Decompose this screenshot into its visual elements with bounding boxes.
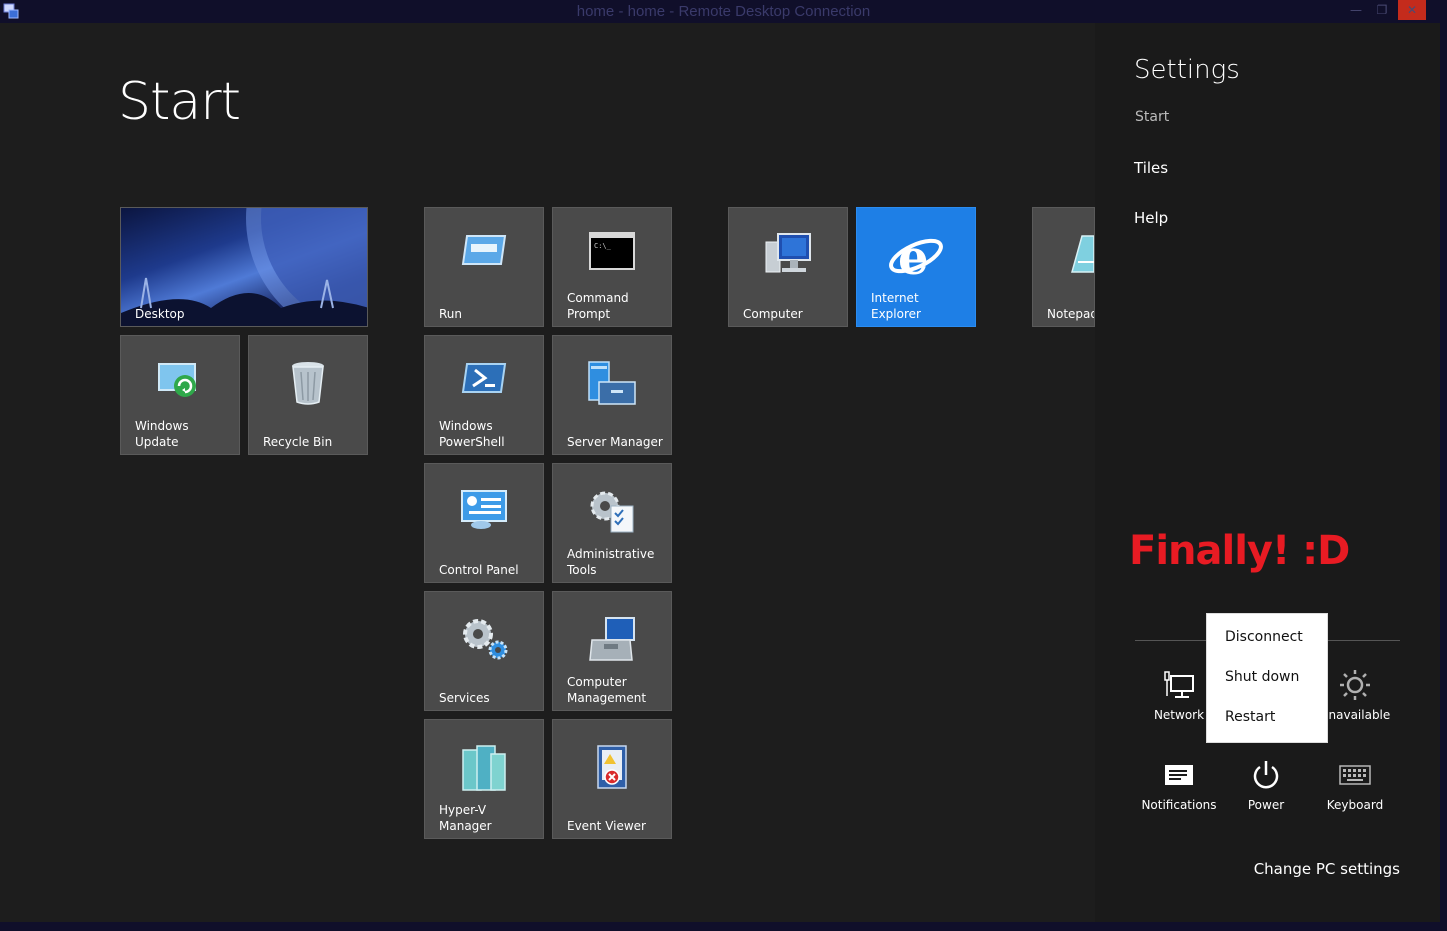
- power-button[interactable]: Power: [1221, 758, 1311, 812]
- run-icon: [461, 235, 507, 265]
- power-icon: [1253, 761, 1279, 789]
- tile-label: Internet Explorer: [871, 291, 921, 321]
- tile-label: Run: [439, 307, 463, 321]
- tile-label: Server Manager: [567, 435, 663, 449]
- tile-label: Notepad: [1047, 307, 1095, 321]
- svg-text:C:\_: C:\_: [594, 242, 612, 250]
- power-menu-restart[interactable]: Restart: [1225, 709, 1275, 725]
- tile-label: Event Viewer: [567, 819, 646, 833]
- hyperv-manager-icon: [462, 745, 506, 791]
- tile-internet-explorer[interactable]: e Internet Explorer: [856, 207, 976, 327]
- settings-item-help[interactable]: Help: [1134, 209, 1168, 227]
- tile-label: Windows Update: [135, 419, 189, 449]
- keyboard-icon: [1339, 765, 1371, 785]
- tile-recycle-bin[interactable]: Recycle Bin: [248, 335, 368, 455]
- tile-computer[interactable]: Computer: [728, 207, 848, 327]
- internet-explorer-icon: e: [889, 230, 943, 286]
- tile-hyperv-manager[interactable]: Hyper-V Manager: [424, 719, 544, 839]
- keyboard-label: Keyboard: [1326, 798, 1384, 812]
- settings-subtitle: Start: [1135, 109, 1170, 125]
- keyboard-button[interactable]: Keyboard: [1310, 758, 1400, 812]
- notifications-icon: [1165, 765, 1193, 785]
- tile-server-manager[interactable]: Server Manager: [552, 335, 672, 455]
- control-panel-icon: [461, 490, 507, 529]
- event-viewer-icon: [597, 745, 627, 789]
- window-border-bottom: [0, 922, 1447, 931]
- notifications-button[interactable]: Notifications: [1134, 758, 1224, 812]
- window-title: home - home - Remote Desktop Connection: [576, 3, 871, 20]
- tile-label: Windows PowerShell: [439, 419, 505, 449]
- services-icon: [463, 619, 508, 660]
- tile-label: Computer Management: [567, 675, 647, 705]
- close-button[interactable]: ✕: [1398, 0, 1426, 20]
- tile-windows-powershell[interactable]: Windows PowerShell: [424, 335, 544, 455]
- svg-text:e: e: [898, 230, 929, 286]
- annotation-text: Finally! :D: [1129, 528, 1350, 574]
- computer-management-icon: [589, 617, 635, 661]
- settings-panel: Settings Start Tiles Help Finally! :D Ne…: [1095, 23, 1440, 922]
- unavailable-label: Unavailable: [1319, 708, 1391, 722]
- tile-run[interactable]: Run: [424, 207, 544, 327]
- change-pc-settings-link[interactable]: Change PC settings: [1254, 860, 1400, 878]
- tile-windows-update[interactable]: Windows Update: [120, 335, 240, 455]
- notifications-label: Notifications: [1141, 798, 1217, 812]
- tile-services[interactable]: Services: [424, 591, 544, 711]
- power-menu: Disconnect Shut down Restart: [1206, 613, 1328, 743]
- settings-item-tiles[interactable]: Tiles: [1134, 159, 1168, 177]
- tile-label: Administrative Tools: [567, 547, 655, 577]
- recycle-bin-icon: [292, 362, 324, 405]
- tile-desktop[interactable]: Desktop: [120, 207, 368, 327]
- network-label: Network: [1153, 708, 1205, 722]
- computer-icon: [765, 233, 811, 273]
- command-prompt-icon: C:\_: [589, 232, 635, 270]
- brightness-icon: [1340, 670, 1370, 700]
- powershell-icon: [461, 363, 507, 393]
- network-icon: [1164, 671, 1194, 698]
- tile-control-panel[interactable]: Control Panel: [424, 463, 544, 583]
- power-menu-shut-down[interactable]: Shut down: [1225, 669, 1299, 685]
- tile-label: Services: [439, 691, 490, 705]
- administrative-tools-icon: [590, 491, 634, 533]
- server-manager-icon: [588, 361, 636, 405]
- tile-label: Recycle Bin: [263, 435, 333, 449]
- window-border: [1440, 23, 1447, 922]
- minimize-button[interactable]: —: [1342, 0, 1370, 20]
- tile-label: Hyper-V Manager: [439, 803, 492, 833]
- title-bar: home - home - Remote Desktop Connection …: [0, 0, 1447, 23]
- power-menu-disconnect[interactable]: Disconnect: [1225, 629, 1303, 645]
- tile-event-viewer[interactable]: Event Viewer: [552, 719, 672, 839]
- tile-notepad[interactable]: Notepad: [1032, 207, 1095, 327]
- tile-label: Command Prompt: [567, 291, 629, 321]
- restore-button[interactable]: ❐: [1368, 0, 1396, 20]
- windows-update-icon: [158, 363, 196, 397]
- tile-command-prompt[interactable]: C:\_ Command Prompt: [552, 207, 672, 327]
- notepad-icon: [1071, 235, 1094, 273]
- tile-label: Desktop: [135, 307, 185, 321]
- tile-computer-management[interactable]: Computer Management: [552, 591, 672, 711]
- tile-administrative-tools[interactable]: Administrative Tools: [552, 463, 672, 583]
- tile-label: Computer: [743, 307, 803, 321]
- settings-title: Settings: [1134, 55, 1240, 85]
- power-label: Power: [1247, 798, 1285, 812]
- start-title: Start: [118, 72, 241, 132]
- tile-label: Control Panel: [439, 563, 519, 577]
